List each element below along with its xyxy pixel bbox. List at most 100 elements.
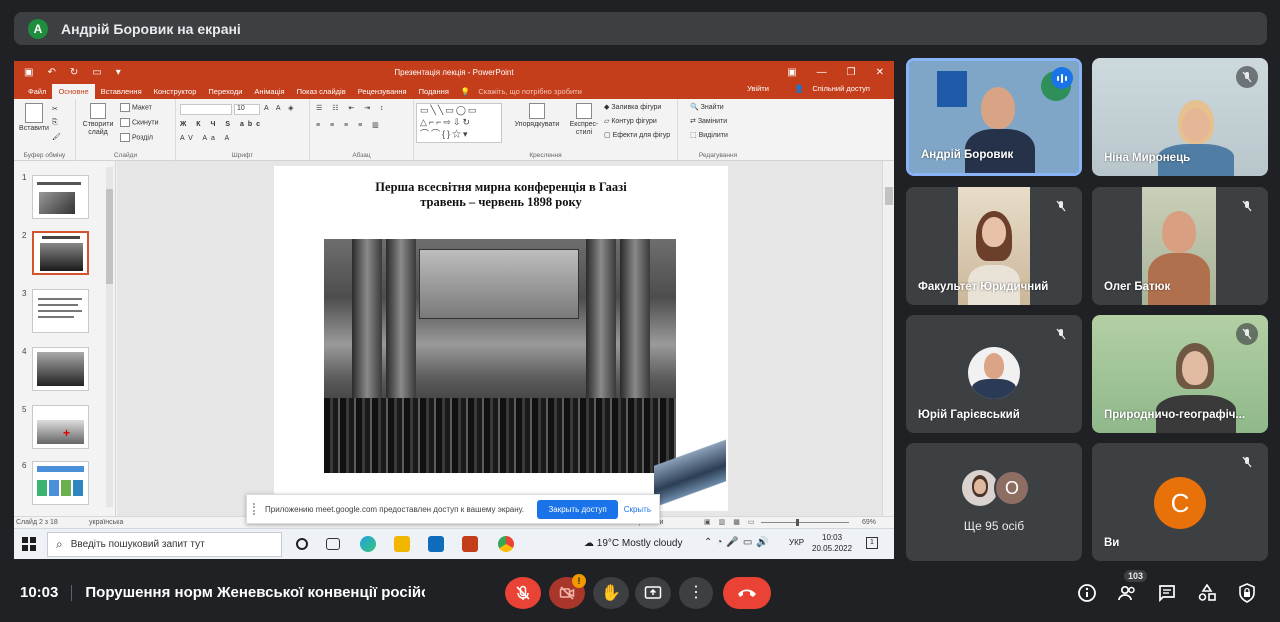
list-icons[interactable]: ☰ ☷ ⇤ ⇥ ↕ <box>316 104 388 112</box>
paste-icon <box>25 103 43 123</box>
tab-slideshow[interactable]: Показ слайдів <box>291 87 352 99</box>
meeting-title[interactable]: Порушення норм Женевської конвенції росі… <box>85 584 425 601</box>
undo-icon[interactable]: ↶ <box>47 67 55 78</box>
tell-me-box[interactable]: 💡 Скажіть, що потрібно зробити <box>455 87 594 99</box>
section-button[interactable]: Розділ <box>120 133 153 142</box>
present-screen-button[interactable] <box>635 577 671 609</box>
font-grow-shrink-icons[interactable]: A A ◈ <box>264 104 296 112</box>
tab-design[interactable]: Конструктор <box>148 87 203 99</box>
stop-sharing-button[interactable]: Закрыть доступ <box>537 499 618 519</box>
edge-icon[interactable] <box>360 536 376 552</box>
slide-thumbnail-selected[interactable] <box>32 231 89 275</box>
arrange-button[interactable]: Упорядкувати <box>508 103 566 128</box>
tab-animations[interactable]: Анімація <box>248 87 290 99</box>
font-color-icons[interactable]: AV Aa A <box>180 135 233 142</box>
chat-button[interactable] <box>1154 580 1180 606</box>
weather-widget[interactable]: ☁ 19°C Mostly cloudy <box>584 538 682 549</box>
participant-tile[interactable]: Природничо-географіч... <box>1092 315 1268 433</box>
tab-view[interactable]: Подання <box>413 87 455 99</box>
shape-effects-button[interactable]: ▢ Ефекти для фігур <box>604 131 670 139</box>
ribbon-options-icon[interactable]: ▣ <box>787 67 796 78</box>
format-painter-icon[interactable]: 🖌 <box>52 133 61 141</box>
zoom-slider-thumb[interactable] <box>796 519 799 526</box>
tab-insert[interactable]: Вставлення <box>95 87 148 99</box>
font-name-box[interactable] <box>180 104 232 115</box>
customize-toolbar-icon[interactable]: ▾ <box>116 67 121 78</box>
tab-file[interactable]: Файл <box>22 87 52 99</box>
language-indicator[interactable]: українська <box>89 519 123 526</box>
minimize-icon[interactable]: — <box>817 67 827 78</box>
chrome-icon[interactable] <box>498 536 514 552</box>
paste-button[interactable]: Вставити <box>18 103 50 132</box>
windows-start-icon[interactable] <box>22 537 36 551</box>
taskbar-search-input[interactable]: ⌕ Введіть пошуковий запит тут <box>47 532 282 557</box>
slide-thumbnail[interactable] <box>32 175 89 219</box>
shape-fill-button[interactable]: ◆ Заливка фігури <box>604 103 661 111</box>
participant-tile-presenter[interactable]: Андрій Боровик <box>906 58 1082 176</box>
replace-button[interactable]: ⇄ Замінити <box>690 117 727 125</box>
presenter-banner-text: Андрій Боровик на екрані <box>61 20 241 37</box>
shapes-gallery[interactable]: ▭╲╲▭◯▭ △⌐⌐⇨⇩↻ ⌒⌒{}☆▾ <box>416 103 502 143</box>
hide-notice-link[interactable]: Скрыть <box>624 505 651 514</box>
task-view-icon[interactable] <box>326 538 340 550</box>
tab-home[interactable]: Основне <box>52 84 95 99</box>
tab-review[interactable]: Рецензування <box>352 87 413 99</box>
activities-button[interactable] <box>1194 580 1220 606</box>
current-slide[interactable]: Перша всесвітня мирна конференція в Гааз… <box>274 166 728 512</box>
meeting-details-button[interactable] <box>1074 580 1100 606</box>
host-controls-button[interactable] <box>1234 580 1260 606</box>
participant-tile[interactable]: Факультет Юридичний <box>906 187 1082 305</box>
cortana-icon[interactable] <box>296 538 308 550</box>
mail-icon[interactable] <box>428 536 444 552</box>
participant-tile[interactable]: Ніна Миронець <box>1092 58 1268 176</box>
zoom-level[interactable]: 69% <box>862 519 876 526</box>
taskbar-clock[interactable]: 10:03 20.05.2022 <box>812 532 852 554</box>
view-buttons[interactable]: ▣▥▦▭ <box>704 518 762 526</box>
restore-icon[interactable]: ❐ <box>847 67 856 78</box>
share-button[interactable]: 👤 Спільний доступ <box>789 84 882 96</box>
save-icon[interactable]: ▣ <box>24 67 33 78</box>
slide-thumbnail[interactable] <box>32 461 89 505</box>
presenter-view-icon[interactable]: ▭ <box>92 67 101 78</box>
activities-icon <box>1198 584 1216 601</box>
notification-center-icon[interactable]: 1 <box>866 537 878 549</box>
layout-button[interactable]: Макет <box>120 103 152 112</box>
leave-call-button[interactable] <box>723 577 771 609</box>
align-icons[interactable]: ≡ ≡ ≡ ≡ ▥ <box>316 121 383 129</box>
shape-outline-button[interactable]: ▱ Контур фігури <box>604 117 657 125</box>
select-button[interactable]: ⬚ Виділити <box>690 131 728 139</box>
more-participants-tile[interactable]: О Ще 95 осіб <box>906 443 1082 561</box>
camera-off-icon <box>559 586 575 600</box>
participant-tile[interactable]: Олег Батюк <box>1092 187 1268 305</box>
reset-button[interactable]: Скинути <box>120 118 159 127</box>
input-language[interactable]: УКР <box>789 538 804 547</box>
participant-tile[interactable]: Юрій Гарієвський <box>906 315 1082 433</box>
people-button[interactable] <box>1114 580 1140 606</box>
file-explorer-icon[interactable] <box>394 536 410 552</box>
slide-thumbnail[interactable] <box>32 347 89 391</box>
find-button[interactable]: 🔍 Знайти <box>690 103 724 111</box>
slide-scrollbar[interactable] <box>882 161 894 516</box>
more-options-button[interactable]: ⋮ <box>679 577 713 609</box>
microphone-toggle-button[interactable] <box>505 577 541 609</box>
font-style-icons[interactable]: Ж К Ч S abc <box>180 121 264 128</box>
copy-icon[interactable]: ⎘ <box>52 119 58 127</box>
cut-icon[interactable]: ✂ <box>52 105 58 113</box>
self-tile[interactable]: C Ви <box>1092 443 1268 561</box>
raise-hand-button[interactable]: ✋ <box>593 577 629 609</box>
tab-transitions[interactable]: Переходи <box>202 87 248 99</box>
redo-icon[interactable]: ↻ <box>70 67 78 78</box>
zoom-slider[interactable] <box>761 522 849 523</box>
system-tray-icons[interactable]: ⌃◔🎤▭🔊 <box>704 537 773 548</box>
mic-off-icon <box>1236 323 1258 345</box>
new-slide-button[interactable]: Створити слайд <box>80 103 116 137</box>
slide-thumbnail[interactable] <box>32 289 89 333</box>
close-icon[interactable]: ✕ <box>876 67 884 78</box>
quick-styles-button[interactable]: Експрес-стилі <box>564 103 604 137</box>
slide-thumbnail[interactable]: + <box>32 405 89 449</box>
font-size-box[interactable]: 10 <box>234 104 260 115</box>
powerpoint-icon[interactable] <box>462 536 478 552</box>
thumbnail-scrollbar[interactable] <box>106 167 113 507</box>
sign-in-link[interactable]: Увійти <box>741 84 775 96</box>
drag-handle-icon[interactable] <box>253 503 259 515</box>
